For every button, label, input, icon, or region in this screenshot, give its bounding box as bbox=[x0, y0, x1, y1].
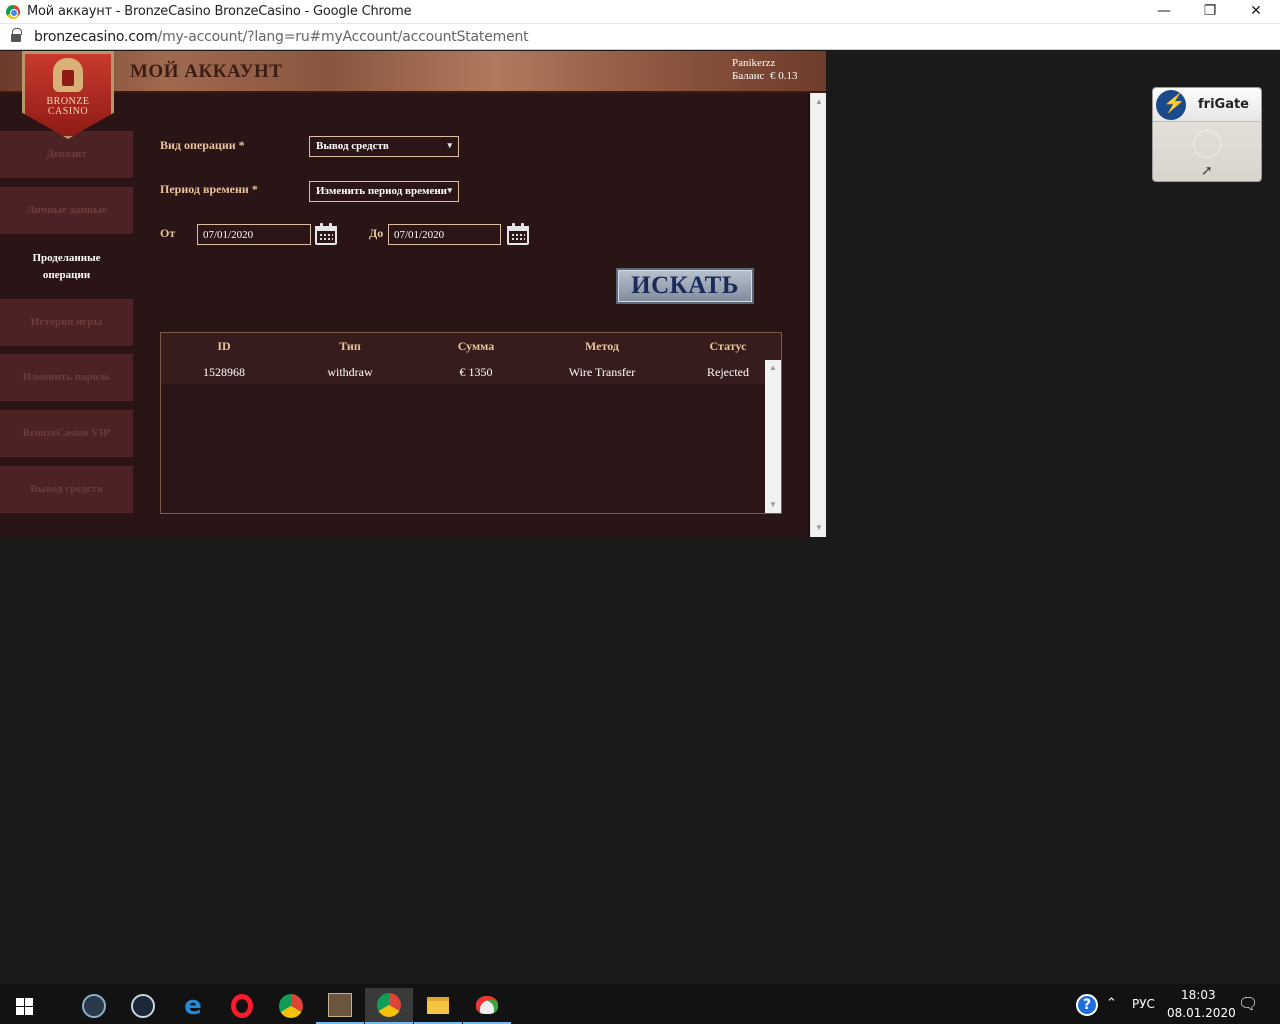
palette-icon bbox=[476, 996, 498, 1014]
operation-type-label: Вид операции * bbox=[160, 138, 245, 152]
edge-icon: e bbox=[184, 991, 202, 1021]
from-label: От bbox=[160, 226, 176, 240]
column-header-type[interactable]: Тип bbox=[288, 339, 412, 354]
username[interactable]: Panikerzz bbox=[732, 57, 797, 70]
period-select[interactable]: Изменить период времени bbox=[309, 181, 459, 202]
windows-logo-icon bbox=[15, 997, 33, 1015]
taskbar-game[interactable] bbox=[316, 988, 364, 1024]
logo-text: BRONZE CASINO bbox=[22, 97, 114, 117]
sidebar-item-personal-data[interactable]: Личные данные bbox=[0, 187, 133, 234]
taskbar-chrome[interactable] bbox=[267, 988, 315, 1024]
opera-icon bbox=[231, 994, 253, 1018]
sidebar-item-withdraw[interactable]: Вывод средств bbox=[0, 466, 133, 513]
taskbar-paint[interactable] bbox=[463, 988, 511, 1024]
column-header-amount[interactable]: Сумма bbox=[414, 339, 538, 354]
table-header: ID Тип Сумма Метод Статус bbox=[161, 333, 781, 360]
page-title: МОЙ АККАУНТ bbox=[130, 61, 283, 82]
language-indicator[interactable]: РУС bbox=[1132, 997, 1155, 1011]
window-title: Мой аккаунт - BronzeCasino BronzeCasino … bbox=[27, 4, 412, 19]
sidebar-item-vip[interactable]: BronzeCasino VIP bbox=[0, 410, 133, 457]
taskbar-chrome-active[interactable] bbox=[365, 988, 413, 1024]
url-domain: bronzecasino.com bbox=[34, 29, 158, 45]
chrome-icon bbox=[279, 994, 303, 1018]
sidebar-item-transactions[interactable]: Проделанные операции bbox=[0, 243, 133, 290]
user-info: Panikerzz Баланс € 0.13 bbox=[732, 57, 797, 83]
balance-label: Баланс bbox=[732, 70, 765, 82]
taskbar-file-explorer[interactable] bbox=[414, 988, 462, 1024]
column-header-id[interactable]: ID bbox=[162, 339, 286, 354]
taskbar-edge[interactable]: e bbox=[169, 988, 217, 1024]
casino-page: МОЙ АККАУНТ Panikerzz Баланс € 0.13 BRON… bbox=[0, 51, 826, 537]
clock-date[interactable]: 08.01.2020 bbox=[1167, 1006, 1236, 1020]
address-bar[interactable]: bronzecasino.com/my-account/?lang=ru#myA… bbox=[0, 24, 1280, 50]
from-date-input[interactable]: 07/01/2020 bbox=[197, 224, 311, 245]
sidebar-item-change-password[interactable]: Изменить пароль bbox=[0, 354, 133, 401]
to-date-input[interactable]: 07/01/2020 bbox=[388, 224, 501, 245]
window-titlebar: Мой аккаунт - BronzeCasino BronzeCasino … bbox=[0, 0, 1280, 24]
clock-time[interactable]: 18:03 bbox=[1181, 988, 1216, 1002]
frigate-arrow-icon[interactable]: ➚ bbox=[1201, 162, 1213, 179]
start-button[interactable] bbox=[0, 988, 48, 1024]
transactions-table: ID Тип Сумма Метод Статус 1528968 withdr… bbox=[160, 332, 782, 514]
help-icon[interactable]: ? bbox=[1076, 994, 1098, 1016]
sidebar-item-game-history[interactable]: История игры bbox=[0, 299, 133, 346]
frigate-lightning-icon bbox=[1156, 90, 1186, 120]
account-sidebar: Депозит Личные данные Проделанные операц… bbox=[0, 93, 133, 537]
page-header: МОЙ АККАУНТ Panikerzz Баланс € 0.13 bbox=[0, 51, 826, 93]
frigate-header: friGate bbox=[1153, 88, 1261, 122]
cell-type: withdraw bbox=[327, 365, 373, 379]
notification-center-icon[interactable]: 🗨 bbox=[1238, 994, 1258, 1013]
url-path: /my-account/?lang=ru#myAccount/accountSt… bbox=[157, 29, 529, 45]
chrome-favicon-icon bbox=[6, 5, 20, 19]
url-text[interactable]: bronzecasino.com/my-account/?lang=ru#myA… bbox=[34, 29, 529, 45]
scroll-up-icon[interactable]: ▲ bbox=[765, 362, 781, 374]
period-label: Период времени * bbox=[160, 182, 258, 196]
steam-icon bbox=[131, 994, 155, 1018]
cell-amount: € 1350 bbox=[459, 365, 493, 379]
folder-icon bbox=[427, 996, 449, 1014]
statement-panel: Вид операции * Вывод средств Период врем… bbox=[133, 93, 810, 537]
page-scroll-down-icon[interactable]: ▼ bbox=[811, 521, 826, 535]
page-scrollbar[interactable]: ▲ ▼ bbox=[810, 93, 826, 537]
balance-value: € 0.13 bbox=[769, 70, 798, 82]
bronze-casino-logo[interactable]: BRONZE CASINO bbox=[22, 51, 114, 143]
spartan-helmet-icon bbox=[53, 58, 83, 92]
taskbar-support-app[interactable] bbox=[70, 988, 118, 1024]
chrome-icon bbox=[377, 993, 401, 1017]
table-scrollbar[interactable]: ▲ ▼ bbox=[765, 360, 781, 513]
restore-button[interactable]: ❐ bbox=[1187, 0, 1233, 24]
frigate-dial-icon[interactable] bbox=[1193, 130, 1221, 158]
table-row[interactable]: 1528968 withdraw € 1350 Wire Transfer Re… bbox=[161, 360, 765, 384]
cell-method: Wire Transfer bbox=[568, 365, 636, 379]
page-scroll-up-icon[interactable]: ▲ bbox=[811, 95, 826, 109]
to-calendar-icon[interactable] bbox=[507, 223, 529, 245]
scroll-down-icon[interactable]: ▼ bbox=[765, 499, 781, 511]
taskbar-opera[interactable] bbox=[218, 988, 266, 1024]
taskbar-steam[interactable] bbox=[119, 988, 167, 1024]
cell-id: 1528968 bbox=[203, 365, 245, 379]
frigate-name: friGate bbox=[1198, 97, 1249, 112]
frigate-widget[interactable]: friGate ➚ bbox=[1152, 87, 1262, 182]
minimize-button[interactable]: — bbox=[1141, 0, 1187, 24]
operation-type-select[interactable]: Вывод средств bbox=[309, 136, 459, 157]
game-icon bbox=[328, 993, 352, 1017]
search-button[interactable]: ИСКАТЬ bbox=[616, 268, 754, 304]
column-header-method[interactable]: Метод bbox=[540, 339, 664, 354]
column-header-status[interactable]: Статус bbox=[666, 339, 790, 354]
logo-line2: CASINO bbox=[47, 106, 89, 117]
tray-chevron-icon[interactable]: ⌃ bbox=[1106, 996, 1117, 1011]
from-calendar-icon[interactable] bbox=[315, 223, 337, 245]
close-button[interactable]: ✕ bbox=[1233, 0, 1279, 24]
to-label: До bbox=[369, 226, 384, 240]
headset-icon bbox=[82, 994, 106, 1018]
lock-icon[interactable] bbox=[11, 28, 22, 42]
